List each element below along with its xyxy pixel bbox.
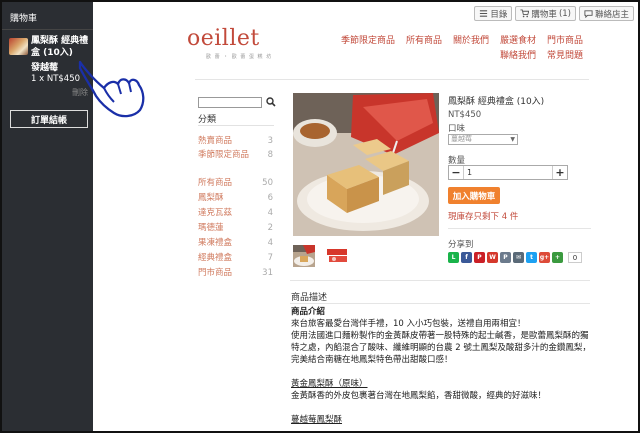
chat-icon	[584, 10, 593, 18]
decrement-button[interactable]: −	[449, 166, 463, 179]
nav-seasonal[interactable]: 季節限定商品	[341, 33, 395, 46]
pinterest-icon[interactable]: P	[474, 252, 485, 263]
category-count: 50	[262, 178, 273, 188]
category-item[interactable]: 門市商品	[198, 268, 232, 279]
nav-about[interactable]: 關於我們	[453, 33, 489, 46]
category-count: 8	[267, 150, 273, 160]
header-divider	[195, 79, 589, 80]
category-count: 4	[267, 208, 273, 218]
description-line: 完美結合南糖在地鳳梨特色帶出甜酸口感！	[291, 355, 453, 365]
nav-ingredients[interactable]: 嚴選食材	[500, 33, 536, 46]
email-icon[interactable]: ✉	[513, 252, 524, 263]
search-input[interactable]	[198, 97, 262, 108]
line-icon[interactable]: L	[448, 252, 459, 263]
category-item[interactable]: 熱賣商品	[198, 136, 232, 147]
category-item[interactable]: 瑪德蓮	[198, 223, 224, 234]
description-divider-top	[290, 280, 590, 281]
more-share-icon[interactable]: +	[552, 252, 563, 263]
flavor-label: 口味	[448, 124, 466, 134]
description-line: 來台旅客最愛台灣伴手禮，10 入小巧包裝，送禮自用兩相宜！	[291, 319, 526, 329]
subsection-text-original: 金黃酥香的外皮包裹著台灣在地鳳梨餡，香甜微酸，經典的好滋味！	[291, 391, 547, 401]
chevron-down-icon: ▼	[510, 136, 515, 143]
list-icon	[480, 10, 488, 17]
cart-item-name[interactable]: 鳳梨酥 經典禮盒 (10入)	[31, 35, 93, 59]
sidebar-divider	[2, 29, 93, 30]
add-to-cart-button[interactable]: 加入購物車	[448, 187, 500, 204]
product-price: NT$450	[448, 110, 482, 120]
share-count: 0	[568, 252, 582, 263]
category-item[interactable]: 所有商品	[198, 178, 232, 189]
facebook-icon[interactable]: f	[461, 252, 472, 263]
product-title: 鳳梨酥 經典禮盒 (10入)	[448, 97, 545, 107]
subsection-title-cranberry: 蔓越莓鳳梨酥	[291, 415, 591, 427]
product-main-image[interactable]	[293, 93, 439, 236]
flavor-selected-value: 蔓越莓	[451, 135, 472, 143]
quantity-input[interactable]: 1	[463, 166, 553, 179]
brand-logo[interactable]: oeillet	[187, 26, 260, 51]
category-item[interactable]: 達克瓦茲	[198, 208, 232, 219]
pointing-hand-icon	[78, 60, 145, 118]
nav-contact[interactable]: 聯絡我們	[500, 48, 536, 61]
cart-item-variant: 發越莓	[31, 63, 59, 73]
flavor-select[interactable]: 蔓越莓 ▼	[448, 134, 518, 145]
share-divider	[448, 228, 591, 229]
increment-button[interactable]: +	[553, 166, 567, 179]
description-tab[interactable]: 商品描述	[291, 290, 327, 303]
cart-count: (1)	[558, 8, 571, 19]
catalog-label: 目錄	[490, 9, 508, 20]
quantity-stepper[interactable]: − 1 +	[448, 165, 568, 180]
plurk-icon[interactable]: P	[500, 252, 511, 263]
nav-all-products[interactable]: 所有商品	[406, 33, 442, 46]
subsection-title-original: 黃金鳳梨酥（原味）	[291, 379, 591, 391]
share-label: 分享到	[448, 240, 474, 250]
stock-note: 現庫存只剩下 4 件	[448, 212, 519, 222]
sidebar-title: 購物車	[10, 14, 38, 24]
product-thumbnail-2[interactable]	[326, 245, 348, 267]
cart-icon	[520, 9, 530, 18]
cart-label: 購物車	[531, 9, 557, 20]
intro-title-text: 商品介紹	[291, 307, 326, 317]
category-count: 2	[267, 223, 273, 233]
category-count: 4	[267, 238, 273, 248]
description-divider	[290, 303, 590, 304]
share-row: L f P W P ✉ t g+ + 0	[448, 252, 582, 263]
cart-button[interactable]: 購物車 (1)	[515, 6, 576, 21]
description-line: 使用法國進口麵粉製作的金黃酥皮帶著一股特殊的起士鹹香，是歐蕾鳳梨酥的獨	[291, 331, 589, 341]
contact-button[interactable]: 聯絡店主	[578, 6, 634, 21]
category-heading: 分類	[198, 115, 217, 125]
category-count: 31	[262, 268, 273, 278]
sub1-title-text: 黃金鳳梨酥（原味）	[291, 379, 368, 389]
search-icon[interactable]	[266, 97, 276, 107]
nav-faq[interactable]: 常見問題	[547, 48, 583, 61]
nav-store-products[interactable]: 門市商品	[547, 33, 583, 46]
catalog-button[interactable]: 目錄	[474, 6, 513, 21]
category-count: 3	[267, 136, 273, 146]
cart-item-qty-price: 1 x NT$450	[31, 74, 81, 84]
product-thumbnail-1[interactable]	[293, 245, 315, 267]
category-item[interactable]: 經典禮盒	[198, 253, 232, 264]
weibo-icon[interactable]: W	[487, 252, 498, 263]
sub2-title-text: 蔓越莓鳳梨酥	[291, 415, 343, 425]
category-divider	[198, 125, 274, 126]
contact-label: 聯絡店主	[594, 9, 629, 20]
category-count: 6	[267, 193, 273, 203]
cart-item-thumbnail[interactable]	[9, 38, 28, 55]
category-item[interactable]: 鳳梨酥	[198, 193, 224, 204]
description-intro-title: 商品介紹	[291, 307, 591, 319]
category-count: 7	[267, 253, 273, 263]
category-item[interactable]: 季節限定商品	[198, 150, 256, 161]
twitter-icon[interactable]: t	[526, 252, 537, 263]
brand-tagline: 歐 蕾 ・ 歐 蕾 蛋 糕 坊	[206, 54, 273, 60]
category-item[interactable]: 果凍禮盒	[198, 238, 232, 249]
description-line: 特之處，內餡混合了酸味、纖維明顯的台農 2 號土鳳梨及酸甜多汁的金鑽鳳梨，	[291, 343, 591, 353]
utility-bar: 目錄 購物車 (1) 聯絡店主	[474, 6, 634, 21]
google-plus-icon[interactable]: g+	[539, 252, 550, 263]
